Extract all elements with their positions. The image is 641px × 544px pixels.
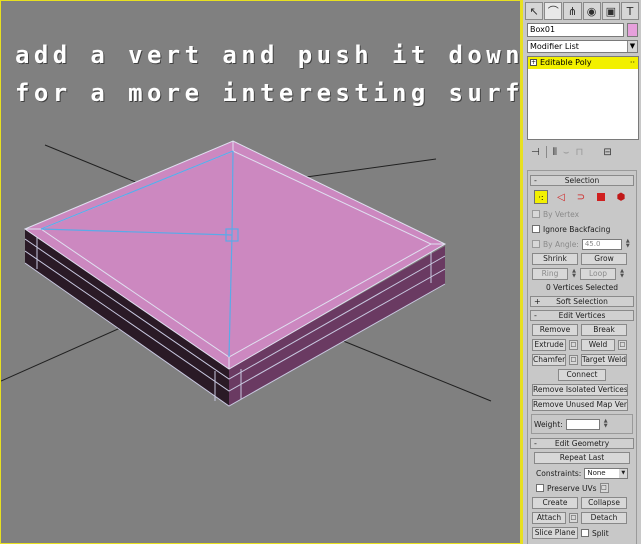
collapse-button[interactable]: Collapse xyxy=(581,497,627,509)
attach-button[interactable]: Attach xyxy=(532,512,566,524)
modify-curve-icon[interactable]: ⌒ xyxy=(544,2,563,20)
chevron-down-icon[interactable]: ▼ xyxy=(627,41,637,52)
by-angle-row: By Angle: 45.0 ▲ ▼ xyxy=(532,238,632,250)
remove-break-row: Remove Break xyxy=(532,324,632,336)
grid-line-front xyxy=(330,335,492,402)
weight-group: Weight: ▲ ▼ xyxy=(531,414,633,434)
remove-isolated-vertices-button[interactable]: Remove Isolated Vertices xyxy=(532,384,628,396)
polygon-level-icon[interactable] xyxy=(594,190,608,204)
shrink-grow-row: Shrink Grow xyxy=(532,253,632,265)
extrude-weld-row: Extrude □ Weld □ xyxy=(532,339,632,351)
stack-dots-icon: ·‧ xyxy=(629,58,635,67)
selection-status: 0 Vertices Selected xyxy=(546,283,618,292)
overlay-text-line-2: for a more interesting surface xyxy=(15,79,520,107)
attach-list-icon[interactable]: □ xyxy=(569,513,578,523)
ignore-backfacing-row: Ignore Backfacing xyxy=(532,223,632,235)
modifier-list-label: Modifier List xyxy=(530,42,579,51)
loop-button[interactable]: Loop xyxy=(580,268,616,280)
by-vertex-checkbox[interactable] xyxy=(532,210,540,218)
edit-vertices-rollout-header[interactable]: - Edit Vertices xyxy=(530,310,634,321)
weight-spinner[interactable] xyxy=(565,418,600,430)
loop-spinner-icon[interactable]: ▲ ▼ xyxy=(619,268,625,280)
display-icon[interactable]: ▣ xyxy=(601,2,620,20)
ignore-backfacing-checkbox[interactable] xyxy=(532,225,540,233)
element-level-icon[interactable]: ⬢ xyxy=(614,190,628,204)
perspective-viewport[interactable]: add a vert and push it down a bit for a … xyxy=(0,0,521,544)
chamfer-targetweld-row: Chamfer □ Target Weld xyxy=(532,354,632,366)
target-weld-button[interactable]: Target Weld xyxy=(581,354,627,366)
remove-modifier-icon[interactable]: ⊓ xyxy=(576,147,584,158)
rollout-scroll-area[interactable]: - Selection ·: ◁ ⊃ ⬢ By Vertex Ignore Bac… xyxy=(527,170,637,544)
object-color-swatch[interactable] xyxy=(627,23,638,37)
connect-row: Connect xyxy=(532,369,632,381)
detach-button[interactable]: Detach xyxy=(581,512,627,524)
show-end-result-icon[interactable]: ⫴ xyxy=(553,147,557,158)
ring-spinner-icon[interactable]: ▲ ▼ xyxy=(571,268,577,280)
stack-item-editable-poly[interactable]: + Editable Poly ·‧ xyxy=(528,57,638,69)
constraints-row: Constraints: None ▼ xyxy=(532,467,632,479)
preserve-uvs-row: Preserve UVs □ xyxy=(532,482,632,494)
box-top-face xyxy=(23,140,447,370)
command-panel-tabs: ↖ ⌒ ⋔ ◉ ▣ T xyxy=(525,2,640,20)
subobject-level-icons: ·: ◁ ⊃ ⬢ xyxy=(534,190,630,204)
soft-selection-rollout-header[interactable]: + Soft Selection xyxy=(530,296,634,307)
preserve-uvs-checkbox[interactable] xyxy=(536,484,544,492)
selection-rollout-header[interactable]: - Selection xyxy=(530,175,634,186)
attach-detach-row: Attach □ Detach xyxy=(532,512,632,524)
weight-spinner-arrows-icon[interactable]: ▲ ▼ xyxy=(603,418,609,430)
border-level-icon[interactable]: ⊃ xyxy=(574,190,588,204)
connect-button[interactable]: Connect xyxy=(558,369,606,381)
expand-plus-icon[interactable]: + xyxy=(530,59,537,66)
create-collapse-row: Create Collapse xyxy=(532,497,632,509)
slice-plane-row: Slice Plane Split xyxy=(532,527,632,539)
motion-icon[interactable]: ◉ xyxy=(582,2,601,20)
chevron-down-icon[interactable]: ▼ xyxy=(619,468,628,478)
edge-level-icon[interactable]: ◁ xyxy=(554,190,568,204)
modifier-list-dropdown[interactable]: Modifier List ▼ xyxy=(527,40,638,53)
extrude-settings-icon[interactable]: □ xyxy=(569,340,578,350)
remove-isolated-row: Remove Isolated Vertices xyxy=(532,384,632,396)
chamfer-settings-icon[interactable]: □ xyxy=(569,355,578,365)
remove-unused-row: Remove Unused Map Verts xyxy=(532,399,632,411)
utilities-hammer-icon[interactable]: T xyxy=(620,2,640,20)
by-angle-spinner[interactable]: 45.0 xyxy=(581,238,622,250)
repeat-last-row: Repeat Last xyxy=(532,452,632,464)
pin-stack-icon[interactable]: ⊣ xyxy=(531,147,540,158)
split-checkbox[interactable] xyxy=(581,529,589,537)
grow-button[interactable]: Grow xyxy=(581,253,627,265)
by-angle-checkbox[interactable] xyxy=(532,240,540,248)
remove-button[interactable]: Remove xyxy=(532,324,578,336)
modifier-stack[interactable]: + Editable Poly ·‧ xyxy=(527,56,639,140)
weld-button[interactable]: Weld xyxy=(581,339,615,351)
configure-sets-icon[interactable]: ⊟ xyxy=(603,147,611,158)
chamfer-button[interactable]: Chamfer xyxy=(532,354,566,366)
ring-button[interactable]: Ring xyxy=(532,268,568,280)
overlay-text-line-1: add a vert and push it down a bit xyxy=(15,41,521,69)
repeat-last-button[interactable]: Repeat Last xyxy=(534,452,630,464)
select-cursor-icon[interactable]: ↖ xyxy=(525,2,544,20)
preserve-uvs-settings-icon[interactable]: □ xyxy=(599,483,609,493)
slice-plane-button[interactable]: Slice Plane xyxy=(532,527,578,539)
grid-line-left xyxy=(1,320,137,382)
extrude-button[interactable]: Extrude xyxy=(532,339,566,351)
by-vertex-row: By Vertex xyxy=(532,208,632,220)
remove-unused-map-verts-button[interactable]: Remove Unused Map Verts xyxy=(532,399,628,411)
make-unique-icon[interactable]: ⌣ xyxy=(563,147,570,158)
spinner-arrows-icon[interactable]: ▲ ▼ xyxy=(625,238,631,250)
vertex-level-icon[interactable]: ·: xyxy=(534,190,548,204)
break-button[interactable]: Break xyxy=(581,324,627,336)
weight-row: Weight: ▲ ▼ xyxy=(534,417,609,430)
constraints-dropdown[interactable]: None ▼ xyxy=(584,467,629,479)
edit-geometry-rollout-header[interactable]: - Edit Geometry xyxy=(530,438,634,449)
ring-loop-row: Ring ▲ ▼ Loop ▲ ▼ xyxy=(532,268,632,280)
stack-toolbar: ⊣ ⫴ ⌣ ⊓ ⊟ xyxy=(527,144,639,160)
object-name-field[interactable]: Box01 xyxy=(527,23,624,37)
hierarchy-icon[interactable]: ⋔ xyxy=(563,2,582,20)
create-button[interactable]: Create xyxy=(532,497,578,509)
command-panel: ↖ ⌒ ⋔ ◉ ▣ T Box01 Modifier List ▼ + Edit… xyxy=(521,0,641,544)
weld-settings-icon[interactable]: □ xyxy=(618,340,627,350)
shrink-button[interactable]: Shrink xyxy=(532,253,578,265)
stack-item-label: Editable Poly xyxy=(540,58,592,67)
